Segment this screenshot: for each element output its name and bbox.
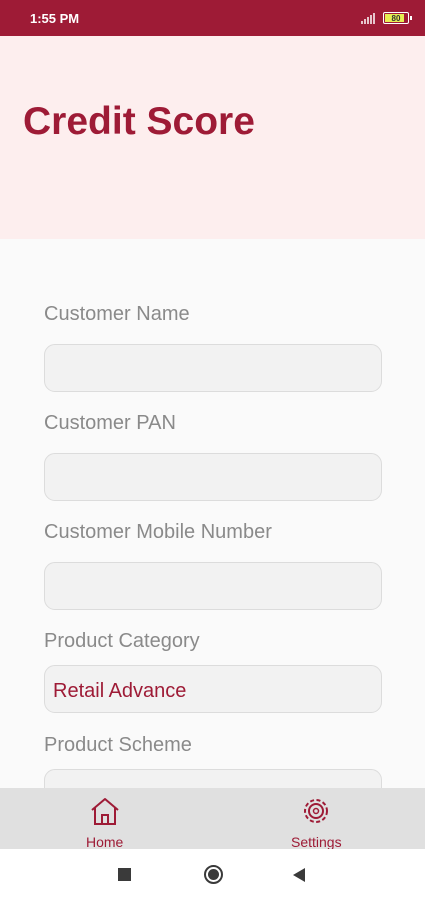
home-icon (91, 798, 119, 825)
signal-icon (361, 12, 375, 24)
product-category-label: Product Category (44, 630, 200, 652)
customer-pan-field[interactable] (44, 453, 382, 501)
product-category-value: Retail Advance (53, 680, 187, 702)
battery-level: 80 (391, 13, 401, 23)
product-scheme-label: Product Scheme (44, 734, 192, 756)
status-icons: 80 (361, 12, 412, 24)
nav-settings-label: Settings (291, 834, 342, 850)
customer-mobile-label: Customer Mobile Number (44, 521, 272, 543)
customer-pan-label: Customer PAN (44, 412, 176, 434)
nav-home-label: Home (86, 834, 124, 850)
product-category-select[interactable]: Retail Advance (44, 665, 382, 713)
battery-icon: 80 (383, 12, 412, 24)
nav-settings[interactable]: Settings (291, 794, 342, 850)
customer-name-field[interactable] (44, 344, 382, 392)
status-time: 1:55 PM (30, 10, 80, 26)
recents-icon[interactable] (118, 868, 131, 881)
customer-name-label: Customer Name (44, 303, 190, 325)
system-navigation-bar (0, 849, 425, 900)
home-circle-icon[interactable] (204, 865, 223, 884)
nav-home[interactable]: Home (86, 794, 123, 850)
back-icon[interactable] (292, 867, 306, 883)
status-bar: 1:55 PM 80 (0, 0, 425, 36)
settings-icon (304, 799, 329, 823)
page-title: Credit Score (23, 100, 255, 143)
customer-mobile-field[interactable] (44, 562, 382, 610)
header: Credit Score (0, 36, 425, 239)
bottom-nav: Home Settings (0, 788, 425, 850)
product-scheme-select[interactable] (44, 769, 382, 788)
credit-score-form: Customer Name Customer PAN Customer Mobi… (0, 239, 425, 788)
